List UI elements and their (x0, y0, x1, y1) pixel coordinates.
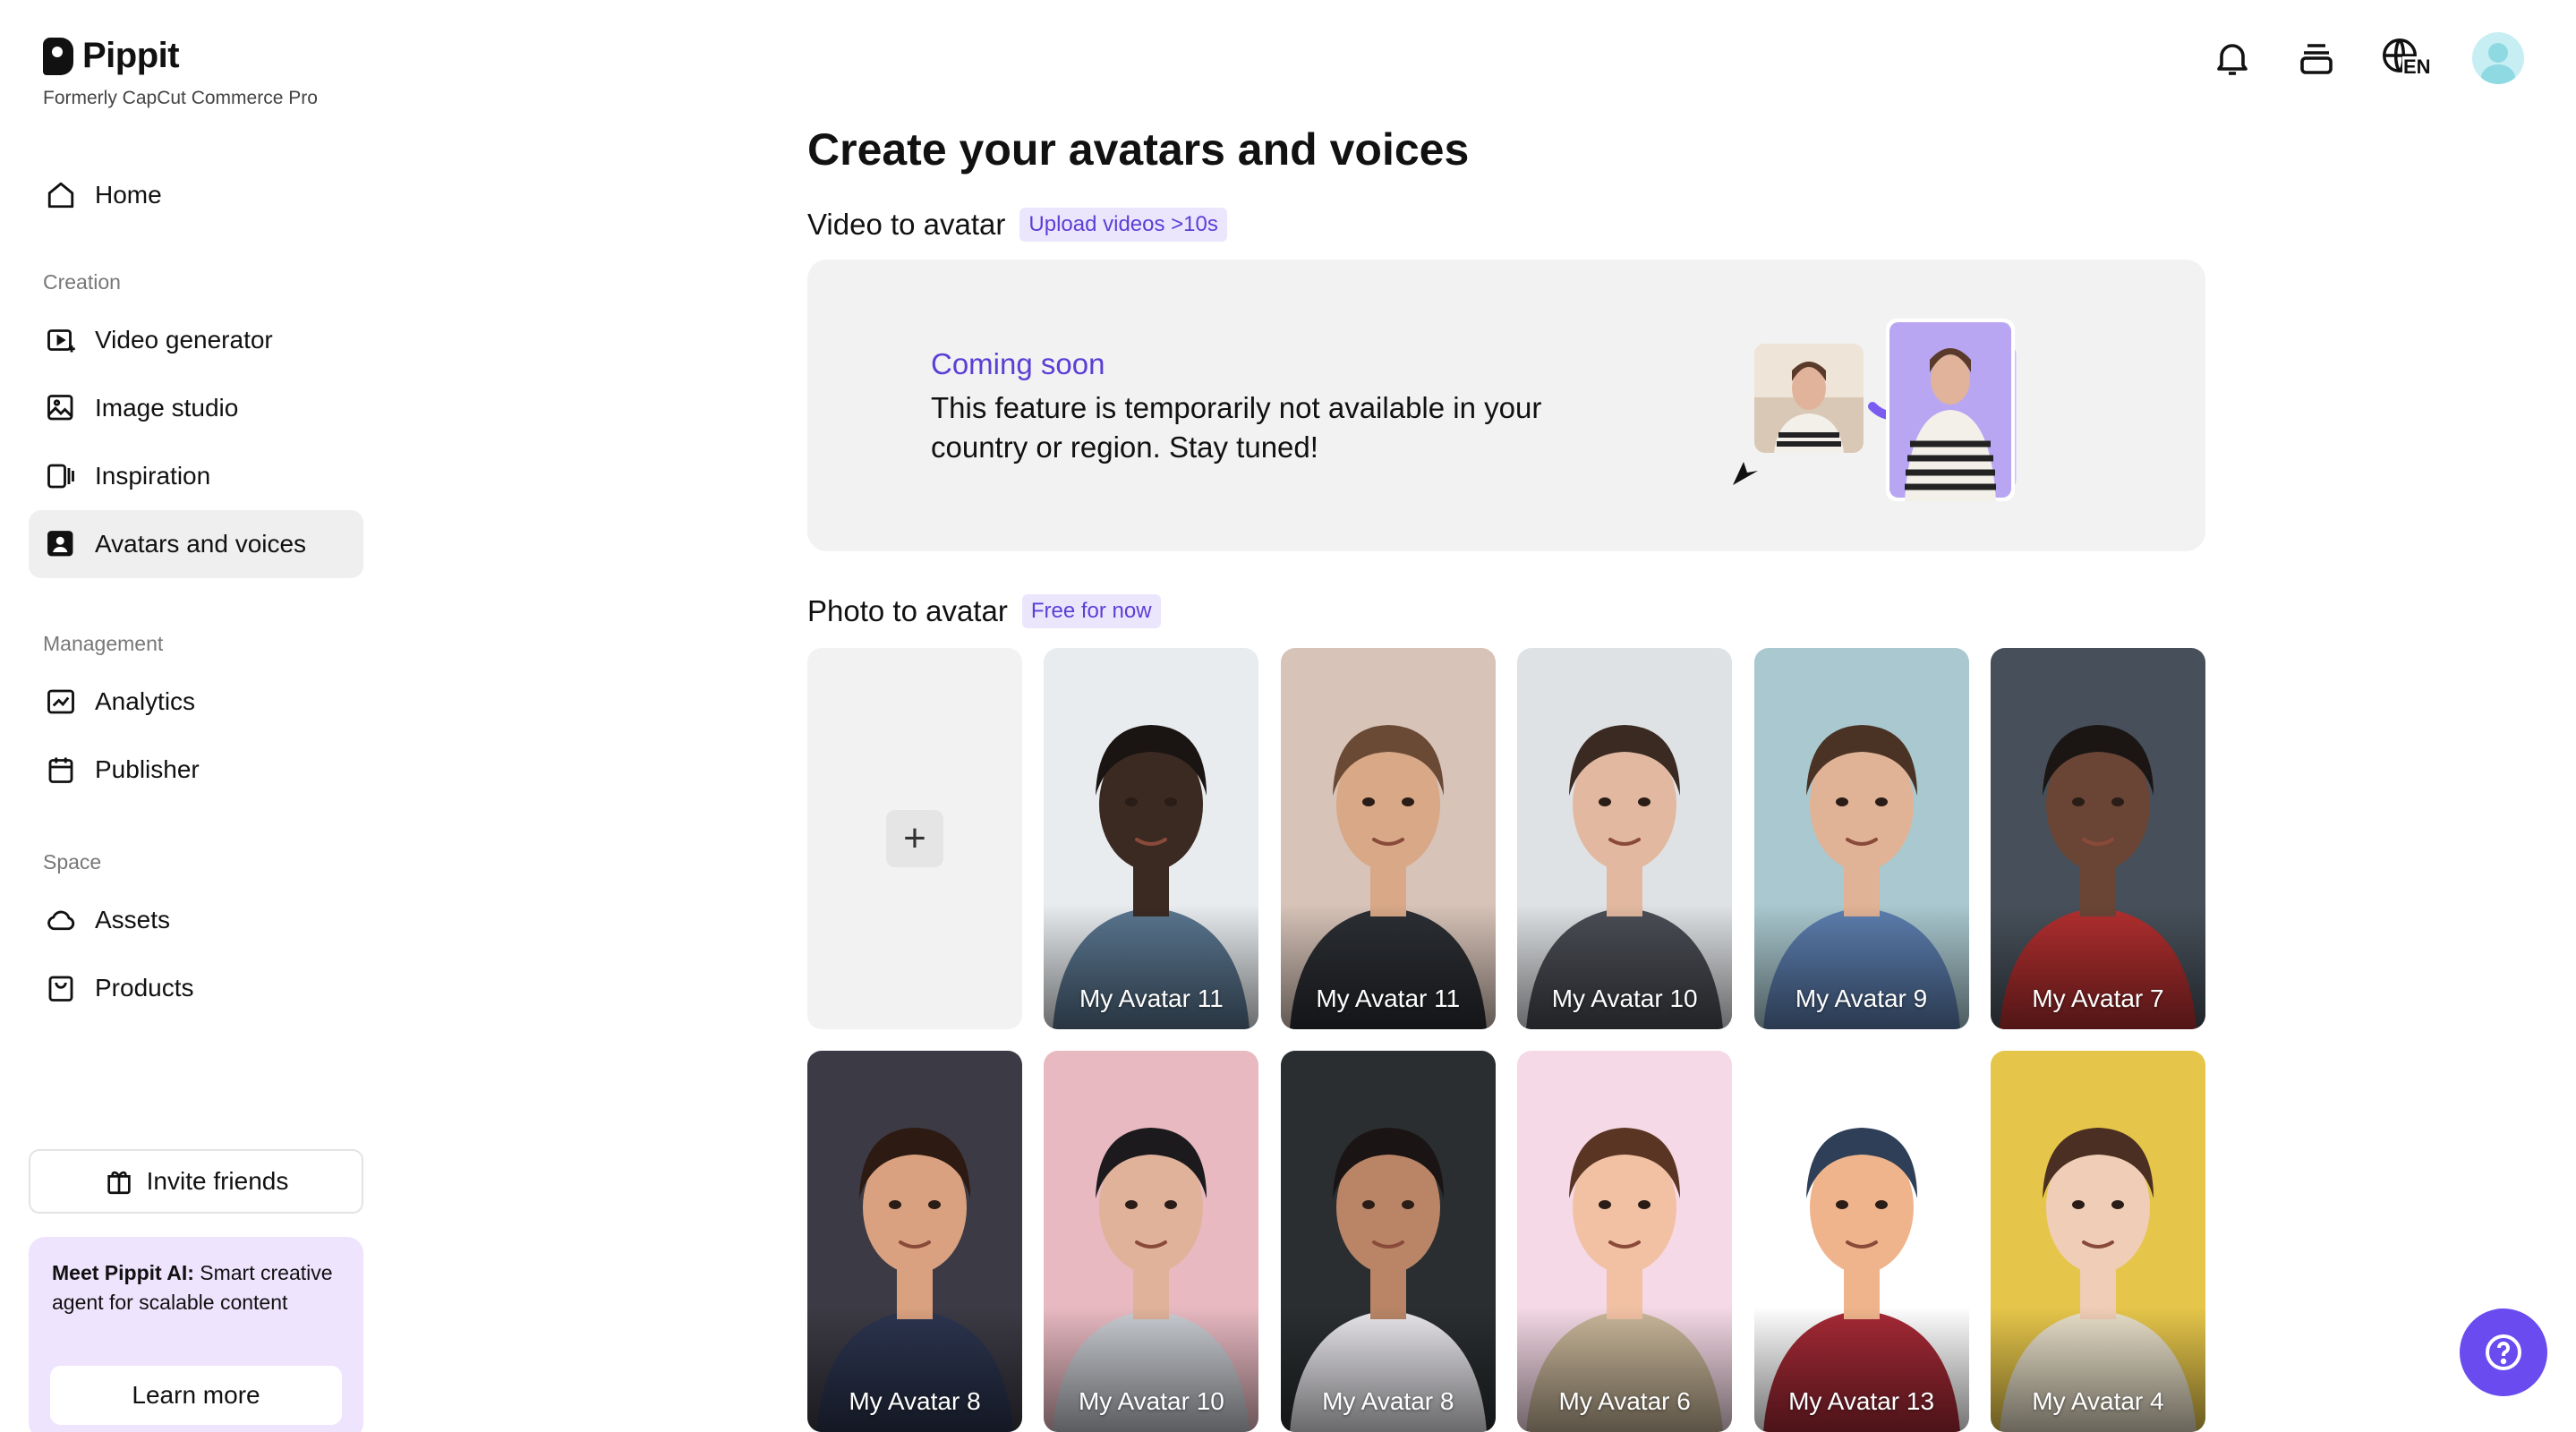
cursor-icon (1733, 462, 1758, 485)
brand-subtitle: Formerly CapCut Commerce Pro (43, 88, 318, 108)
learn-more-button[interactable]: Learn more (50, 1366, 342, 1425)
sidebar-item-home[interactable]: Home (29, 161, 363, 229)
avatar-name: My Avatar 8 (1322, 1387, 1454, 1415)
sidebar-item-label: Video generator (95, 326, 273, 354)
sidebar-item-assets[interactable]: Assets (29, 886, 363, 954)
home-icon (47, 182, 74, 209)
gift-icon (107, 1171, 131, 1195)
avatar-name: My Avatar 7 (2032, 984, 2164, 1012)
sidebar-item-label: Home (95, 181, 162, 209)
avatar-card[interactable]: My Avatar 10 (1517, 648, 1733, 1029)
sidebar-item-label: Publisher (95, 755, 200, 783)
sidebar-item-analytics[interactable]: Analytics (29, 668, 363, 736)
sidebar-item-label: Inspiration (95, 462, 211, 490)
promo-card: Meet Pippit AI: Smart creative agent for… (29, 1237, 363, 1432)
cloud-icon (47, 910, 75, 931)
pippit-logo-icon (43, 37, 73, 75)
avatar-name: My Avatar 4 (2032, 1387, 2164, 1415)
add-avatar-card[interactable]: + (807, 648, 1022, 1029)
section-label-space: Space (43, 850, 102, 874)
sidebar: Pippit Formerly CapCut Commerce Pro Home… (0, 0, 376, 1432)
coming-soon-panel: Coming soon This feature is temporarily … (807, 260, 2205, 551)
nav-management-group: Analytics Publisher (29, 668, 363, 804)
inspiration-icon (47, 464, 74, 489)
help-button[interactable] (2460, 1308, 2547, 1396)
page-title: Create your avatars and voices (807, 124, 1470, 175)
avatar-name: My Avatar 13 (1788, 1387, 1935, 1415)
stack-icon[interactable] (2295, 37, 2338, 80)
avatar-name: My Avatar 11 (1316, 984, 1461, 1012)
nav-space-group: Assets Products (29, 886, 363, 1022)
avatar-card[interactable]: My Avatar 4 (1990, 1051, 2205, 1432)
sidebar-item-label: Analytics (95, 687, 196, 715)
avatar-card[interactable]: My Avatar 11 (1280, 648, 1496, 1029)
brand-logo[interactable]: Pippit (43, 36, 180, 76)
avatar-name: My Avatar 10 (1078, 1387, 1224, 1415)
section-label-creation: Creation (43, 270, 121, 294)
invite-friends-label: Invite friends (146, 1167, 289, 1195)
nav-home-group: Home (29, 161, 363, 229)
sidebar-item-avatars-and-voices[interactable]: Avatars and voices (29, 510, 363, 578)
image-studio-icon (47, 395, 73, 421)
avatar-card[interactable]: My Avatar 8 (1280, 1051, 1496, 1432)
video-generator-icon (47, 329, 75, 353)
avatar-name: My Avatar 9 (1795, 984, 1928, 1012)
avatar-card[interactable]: My Avatar 9 (1753, 648, 1969, 1029)
sidebar-item-publisher[interactable]: Publisher (29, 736, 363, 804)
nav-creation-group: Video generator Image studio Inspiration… (29, 306, 363, 578)
free-badge: Free for now (1021, 594, 1161, 628)
section-label-management: Management (43, 632, 164, 655)
coming-soon-message: This feature is temporarily not availabl… (931, 391, 1542, 464)
sidebar-item-label: Products (95, 974, 194, 1002)
invite-friends-button[interactable]: Invite friends (29, 1149, 363, 1214)
coming-soon-heading: Coming soon (931, 347, 1105, 380)
avatar-card[interactable]: My Avatar 6 (1517, 1051, 1733, 1432)
brand-name: Pippit (82, 36, 180, 75)
photo-to-avatar-header: Photo to avatar Free for now (807, 594, 1161, 628)
sidebar-item-label: Avatars and voices (95, 530, 307, 558)
video-to-avatar-header: Video to avatar Upload videos >10s (807, 208, 1227, 242)
sidebar-item-products[interactable]: Products (29, 954, 363, 1022)
product-box-icon (48, 976, 73, 1002)
avatar-name: My Avatar 8 (849, 1387, 981, 1415)
avatar-icon (47, 531, 73, 557)
section-title: Video to avatar (807, 208, 1006, 241)
help-icon (2486, 1334, 2521, 1370)
video-to-avatar-illustration (1733, 319, 2017, 501)
avatar-card[interactable]: My Avatar 8 (807, 1051, 1022, 1432)
sidebar-item-image-studio[interactable]: Image studio (29, 374, 363, 442)
calendar-icon (48, 757, 73, 783)
header-actions: EN (2211, 32, 2524, 84)
avatar-card[interactable]: My Avatar 10 (1044, 1051, 1259, 1432)
avatar-card[interactable]: My Avatar 7 (1990, 648, 2205, 1029)
language-selector[interactable]: EN (2379, 35, 2432, 81)
avatar-card[interactable]: My Avatar 13 (1753, 1051, 1969, 1432)
upload-badge: Upload videos >10s (1019, 208, 1227, 242)
avatar-grid: + My Avatar 11 My Avatar 11 My Avatar 10 My… (807, 648, 2205, 1432)
avatar-name: My Avatar 11 (1079, 984, 1224, 1012)
analytics-icon (47, 689, 74, 714)
bell-icon[interactable] (2211, 37, 2254, 80)
avatar-card[interactable]: My Avatar 11 (1044, 648, 1259, 1029)
avatar-name: My Avatar 6 (1558, 1387, 1691, 1415)
promo-text: Meet Pippit AI: Smart creative agent for… (52, 1261, 333, 1314)
sidebar-item-label: Assets (95, 906, 171, 933)
language-code: EN (2402, 55, 2432, 78)
plus-icon: + (886, 810, 943, 867)
avatar-name: My Avatar 10 (1551, 984, 1698, 1012)
user-avatar[interactable] (2472, 32, 2524, 84)
section-title: Photo to avatar (807, 594, 1008, 627)
sidebar-item-inspiration[interactable]: Inspiration (29, 442, 363, 510)
sidebar-item-label: Image studio (95, 394, 239, 422)
sidebar-item-video-generator[interactable]: Video generator (29, 306, 363, 374)
